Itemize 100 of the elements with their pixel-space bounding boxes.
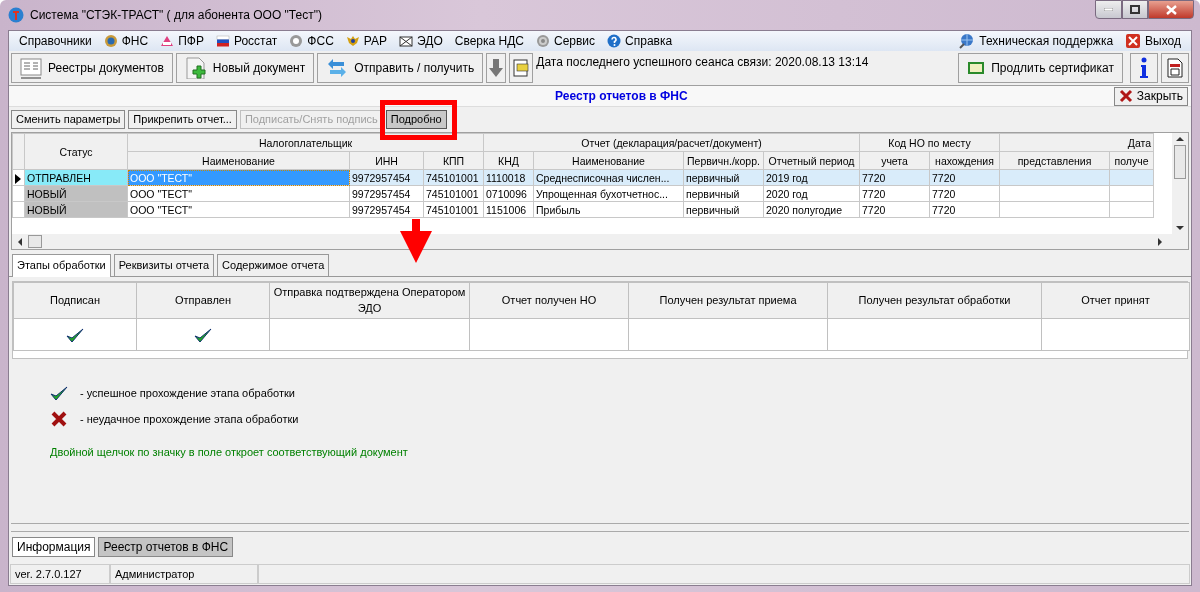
calendar-button[interactable] (1161, 53, 1189, 83)
check-icon (66, 326, 84, 343)
table-cell: первичный (683, 185, 764, 202)
cross-icon (50, 411, 68, 428)
menu-item[interactable]: ФСС (283, 32, 340, 50)
table-cell: 9972957454 (349, 201, 424, 218)
scroll-right-icon[interactable] (1156, 237, 1164, 246)
action-button[interactable]: Сменить параметры (11, 110, 126, 129)
eagle-icon (345, 34, 360, 48)
help-icon (607, 34, 622, 48)
menu-item[interactable]: Выход (1119, 32, 1187, 50)
table-row[interactable]: ОТПРАВЛЕН ООО "ТЕСТ" 9972957454 745101001 1110018 Среднесписочная числен... первичный 2019 год 7720 7720 (12, 169, 1154, 186)
circle-icon (289, 34, 304, 48)
document-list-icon (20, 57, 42, 79)
close-panel-button[interactable]: Закрыть (1113, 86, 1188, 106)
column-header: Отчет получен НО (469, 282, 629, 318)
check-icon (194, 326, 212, 343)
table-cell: 0710096 (483, 185, 534, 202)
toolbar-button[interactable]: Реестры документов (11, 53, 173, 83)
column-header: Статус (24, 133, 128, 170)
column-header: Отправлен (136, 282, 270, 318)
menu-item[interactable]: ЭДО (393, 32, 449, 50)
table-cell: Упрощенная бухотчетнос... (533, 185, 684, 202)
maximize-icon (1130, 5, 1140, 14)
down-arrow-icon (489, 58, 504, 78)
status-text: ver. 2.7.0.127 (10, 563, 110, 584)
tab[interactable]: Реквизиты отчета (113, 254, 215, 276)
table-cell: 7720 (859, 201, 930, 218)
table-cell: 7720 (929, 185, 1000, 202)
panel-title: Реестр отчетов в ФНС (555, 89, 688, 103)
globe-icon (959, 33, 976, 49)
column-header: Получен результат приема (628, 282, 828, 318)
minimize-button[interactable] (1095, 0, 1122, 19)
table-row[interactable]: НОВЫЙ ООО "ТЕСТ" 9972957454 745101001 0710096 Упрощенная бухотчетнос... первичный 2020 год 7720 7720 (12, 185, 1154, 202)
table-cell: 1151006 (483, 201, 534, 218)
close-icon (1165, 4, 1177, 15)
menu-item[interactable]: РАР (339, 32, 394, 50)
toolbar-button[interactable]: Отправить / получить (317, 53, 484, 83)
hint-text: Двойной щелчок по значку в поле откроет соответствующий документ (50, 444, 408, 460)
emblem-icon (103, 34, 118, 48)
table-cell: 745101001 (423, 185, 484, 202)
envelope-icon (399, 34, 414, 48)
menu-item[interactable]: ФНС (97, 32, 155, 50)
table-cell: ООО "ТЕСТ" (127, 201, 350, 218)
download-button[interactable] (486, 53, 507, 83)
row-pointer-icon (15, 173, 21, 184)
last-session-text: Дата последнего успешного сеанса связи: 2020.08.13 13:14 (536, 54, 869, 71)
window-tab[interactable]: Информация (12, 536, 96, 557)
table-cell: 2020 полугодие (763, 201, 860, 218)
table-row[interactable]: НОВЫЙ ООО "ТЕСТ" 9972957454 745101001 1151006 Прибыль первичный 2020 полугодие 7720 7720 (12, 201, 1154, 218)
window-title: Система "СТЭК-ТРАСТ" ( для абонента ООО "Тест") (30, 7, 322, 24)
menu-item[interactable]: Справка (601, 32, 679, 50)
table-cell: 7720 (859, 185, 930, 202)
action-button[interactable]: Прикрепить отчет... (128, 110, 237, 129)
column-header: Отчет принят (1041, 282, 1190, 318)
tab[interactable]: Содержимое отчета (217, 254, 330, 276)
scroll-thumb[interactable] (1174, 145, 1187, 179)
close-button[interactable] (1148, 0, 1194, 19)
legend-text: - неудачное прохождение этапа обработки (80, 412, 299, 427)
column-group-header: Дата (999, 133, 1154, 152)
scroll-thumb[interactable] (28, 235, 42, 248)
arrow (399, 219, 434, 263)
table-cell: 7720 (929, 201, 1000, 218)
menu-item[interactable]: Сверка НДС (448, 32, 530, 50)
toolbar-button[interactable]: Новый документ (175, 53, 315, 83)
table-cell: первичный (683, 201, 764, 218)
certificate-icon (967, 61, 986, 75)
logo-icon (160, 34, 175, 48)
window-tab[interactable]: Реестр отчетов в ФНС (98, 536, 234, 557)
column-group-header: Отчет (декларация/расчет/документ) (483, 133, 860, 152)
close-icon (1125, 33, 1142, 49)
tab[interactable]: Этапы обработки (12, 254, 111, 277)
scroll-left-icon[interactable] (16, 237, 24, 246)
menu-item[interactable]: Сервис (529, 32, 602, 50)
menu-item[interactable]: ПФР (154, 32, 210, 50)
clipboard-icon (512, 58, 531, 78)
legend-text: - успешное прохождение этапа обработки (80, 385, 295, 401)
menu-item[interactable]: Справочники (13, 32, 98, 50)
maximize-button[interactable] (1122, 0, 1148, 19)
action-button[interactable]: Подробно (385, 110, 447, 129)
info-button[interactable] (1130, 53, 1158, 83)
menu-item[interactable]: Техническая поддержка (953, 32, 1120, 50)
table-cell: 745101001 (423, 201, 484, 218)
check-icon (50, 384, 68, 401)
table-cell: 2020 год (763, 185, 860, 202)
table-cell: Прибыль (533, 201, 684, 218)
column-header: Отправка подтверждена Оператором ЭДО (269, 282, 470, 318)
vertical-scrollbar[interactable] (1172, 133, 1188, 234)
renew-certificate-button[interactable]: Продлить сертификат (958, 53, 1123, 83)
table-cell: 9972957454 (349, 185, 424, 202)
menu-item[interactable]: Росстат (209, 32, 284, 50)
app-logo-icon (8, 7, 24, 23)
two-arrows-icon (326, 57, 349, 79)
column-header: Подписан (13, 282, 137, 318)
column-group-header: Код НО по месту (859, 133, 1000, 152)
horizontal-scrollbar[interactable] (12, 234, 1188, 249)
flag-icon (215, 34, 230, 48)
new-document-icon (184, 57, 207, 79)
clipboard-button[interactable] (509, 53, 534, 83)
info-icon (1139, 57, 1149, 79)
